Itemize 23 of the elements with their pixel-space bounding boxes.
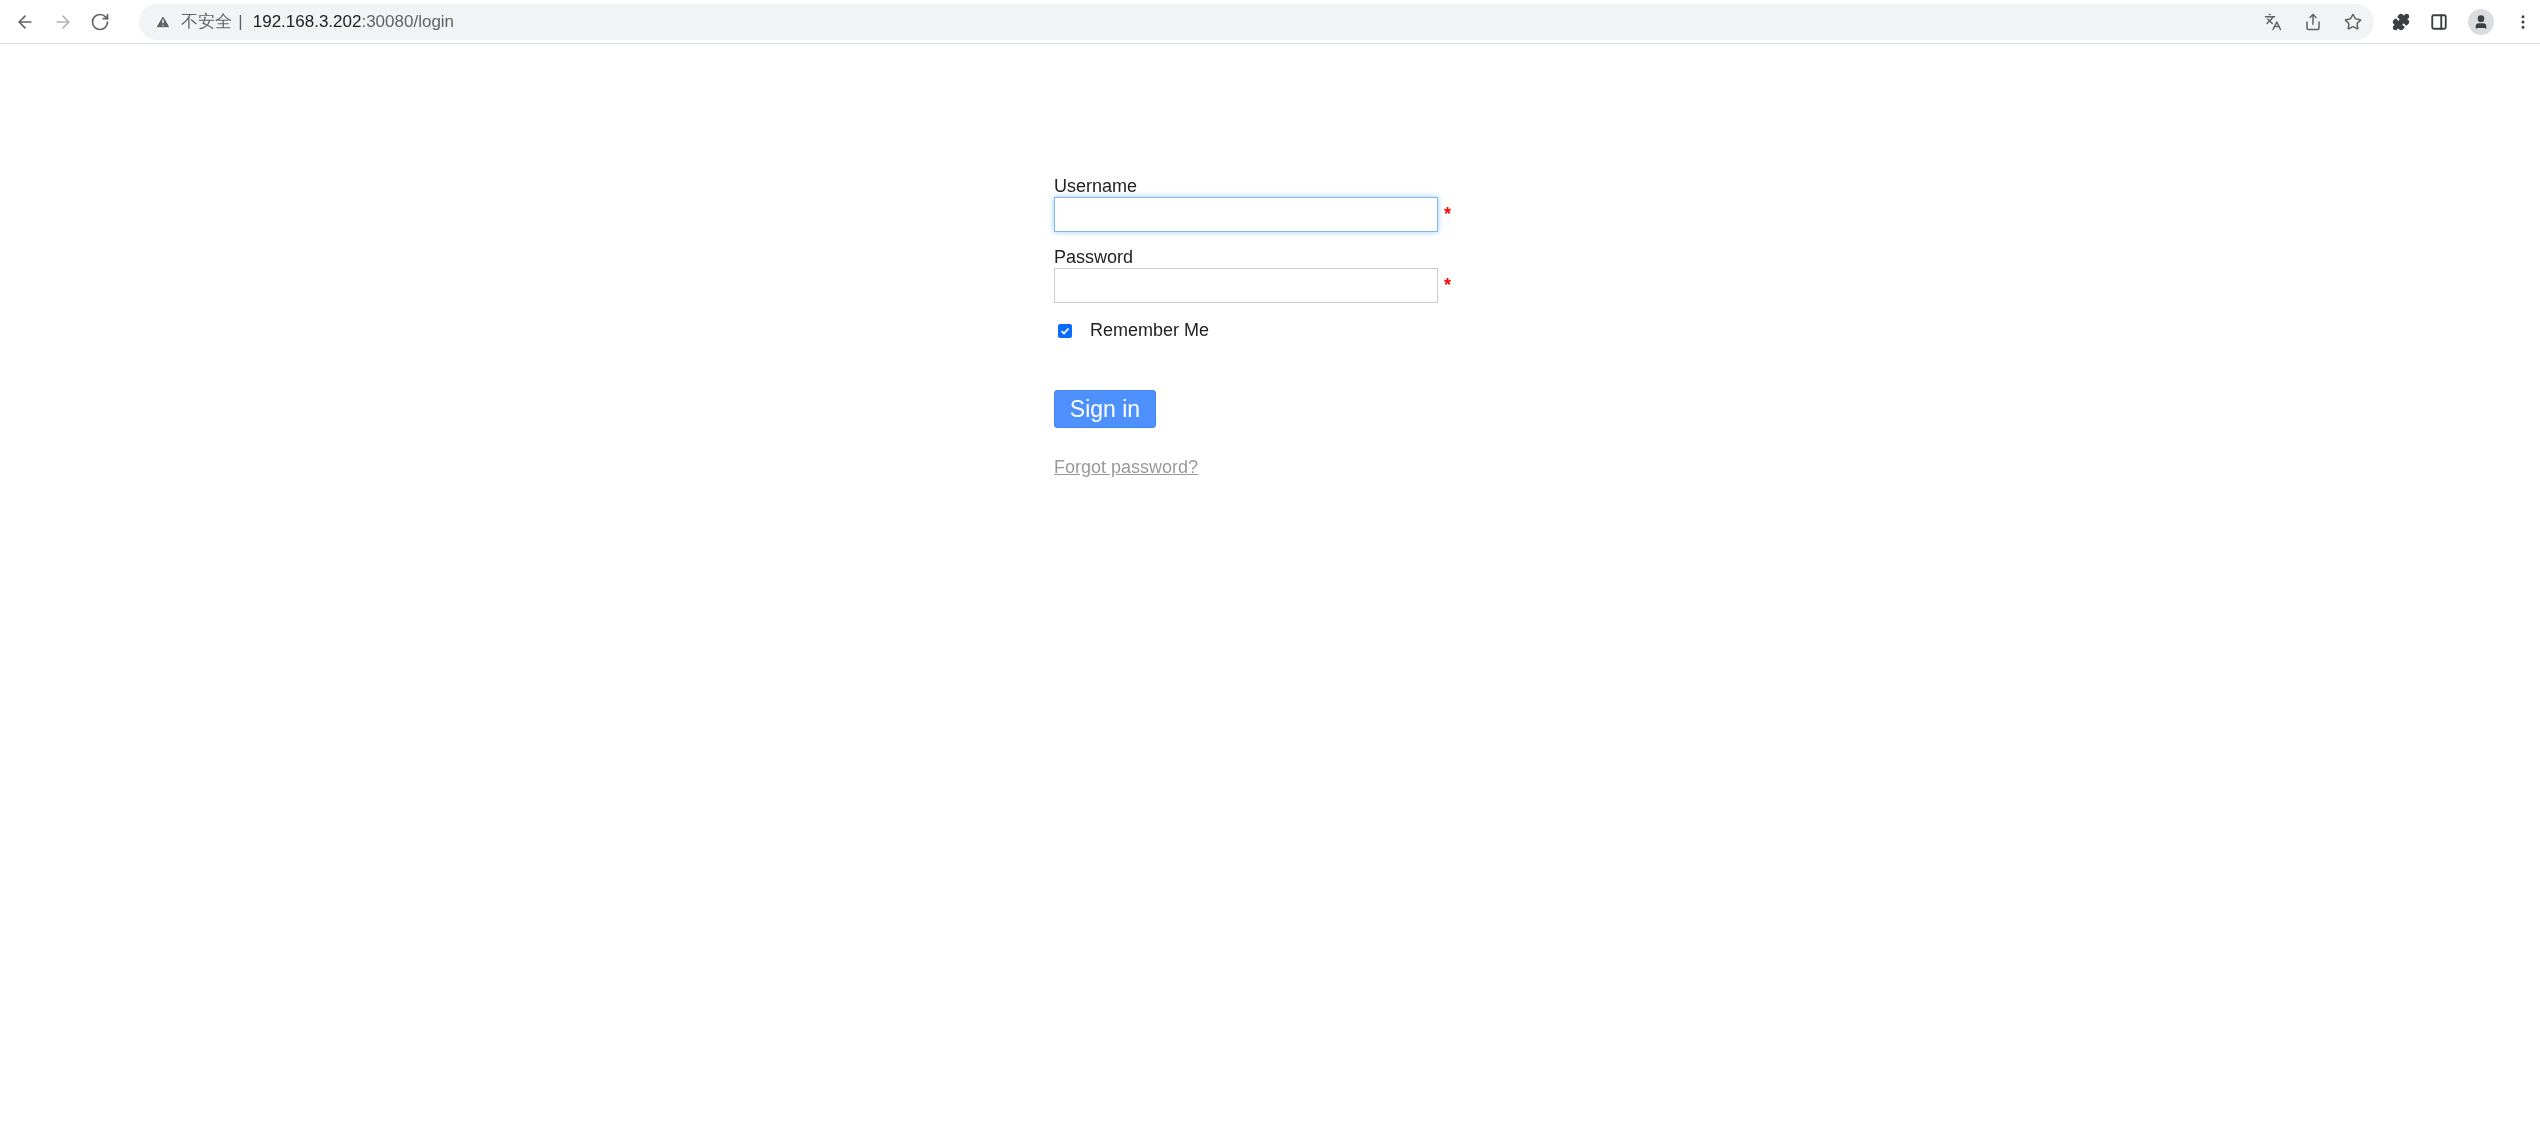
checkbox[interactable]	[1058, 323, 1072, 338]
side-panel-icon[interactable]	[2430, 12, 2448, 31]
required-mark: *	[1444, 274, 1451, 297]
share-icon[interactable]	[2304, 12, 2322, 31]
puzzle-icon[interactable]	[2392, 12, 2410, 31]
star-icon[interactable]	[2344, 12, 2362, 31]
checkbox-label: Remember Me	[1090, 319, 1210, 342]
required-mark: *	[1444, 203, 1451, 226]
separator: |	[238, 10, 243, 33]
translate-icon[interactable]	[2264, 12, 2282, 31]
forgot-password-link[interactable]: Forgot password?	[1054, 454, 1199, 481]
field-label: Username	[1054, 175, 1139, 197]
address-bar[interactable]: 不安全 | 192.168.3.202:30080/login	[139, 3, 2374, 40]
warning-icon	[155, 13, 172, 30]
field-label: Password	[1054, 246, 1135, 268]
input-field[interactable]	[1054, 268, 1438, 303]
sign-in-button[interactable]: Sign in	[1054, 390, 1156, 428]
security-label: 不安全	[181, 10, 233, 33]
url-text: 192.168.3.202:30080/login	[252, 10, 455, 33]
check-icon	[1060, 325, 1070, 336]
profile-avatar[interactable]	[2468, 8, 2494, 35]
reload-icon	[90, 11, 111, 32]
input-field[interactable]	[1054, 197, 1438, 232]
